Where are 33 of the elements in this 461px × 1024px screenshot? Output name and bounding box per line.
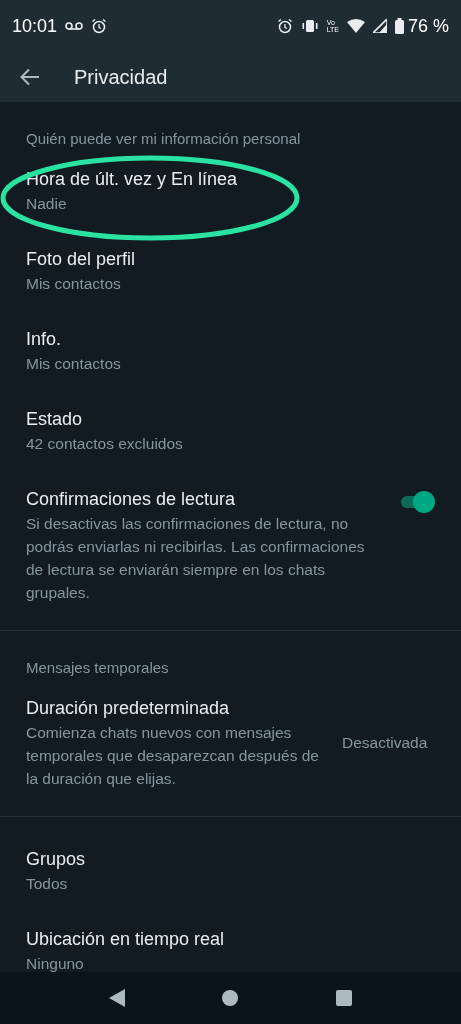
alarm-icon — [91, 18, 108, 34]
setting-title[interactable]: Foto del perfil — [26, 247, 435, 272]
setting-subtitle: Ninguno — [26, 954, 85, 972]
section-header: Quién puede ver mi información personal — [25, 129, 302, 149]
setting-title[interactable]: Grupos — [26, 847, 435, 872]
alarm-icon — [276, 18, 293, 34]
clock-time: 10:01 — [12, 15, 58, 37]
vibrate-icon — [300, 19, 319, 33]
voicemail-icon — [65, 21, 84, 31]
signal-icon — [372, 19, 387, 33]
section-header: Mensajes temporales — [25, 658, 170, 678]
setting-subtitle: Mis contactos — [26, 274, 122, 294]
setting-subtitle: Si desactivas las confirmaciones de lectura, no podrás enviarlas ni recibirlas. Las confirmaciones de lectura se enviarán siempre en los chats grupales. — [26, 514, 366, 603]
recents-icon[interactable] — [336, 990, 353, 1006]
setting-title[interactable]: Duración predeterminada — [26, 696, 326, 721]
setting-subtitle: 42 contactos excluidos — [26, 434, 184, 454]
toggle-switch[interactable] — [399, 491, 435, 513]
setting-title[interactable]: Estado — [26, 407, 435, 432]
setting-subtitle: Todos — [26, 874, 69, 894]
battery-percentage: 76 % — [407, 15, 449, 37]
setting-title[interactable]: Info. — [26, 327, 435, 352]
wifi-icon — [346, 19, 365, 33]
setting-subtitle: Nadie — [26, 194, 68, 214]
home-icon[interactable] — [222, 990, 239, 1006]
setting-title[interactable]: Ubicación en tiempo real — [26, 927, 435, 952]
screen-title: Privacidad — [74, 65, 168, 89]
setting-subtitle: Mis contactos — [26, 354, 122, 374]
back-icon[interactable] — [108, 989, 125, 1007]
battery-icon — [394, 18, 404, 34]
setting-title[interactable]: Confirmaciones de lectura — [26, 487, 383, 512]
setting-subtitle: Comienza chats nuevos con mensajes temporales que desaparezcan después de la duración que elijas. — [26, 723, 320, 789]
setting-value: Desactivada — [342, 734, 428, 752]
back-arrow-icon[interactable] — [20, 68, 40, 86]
